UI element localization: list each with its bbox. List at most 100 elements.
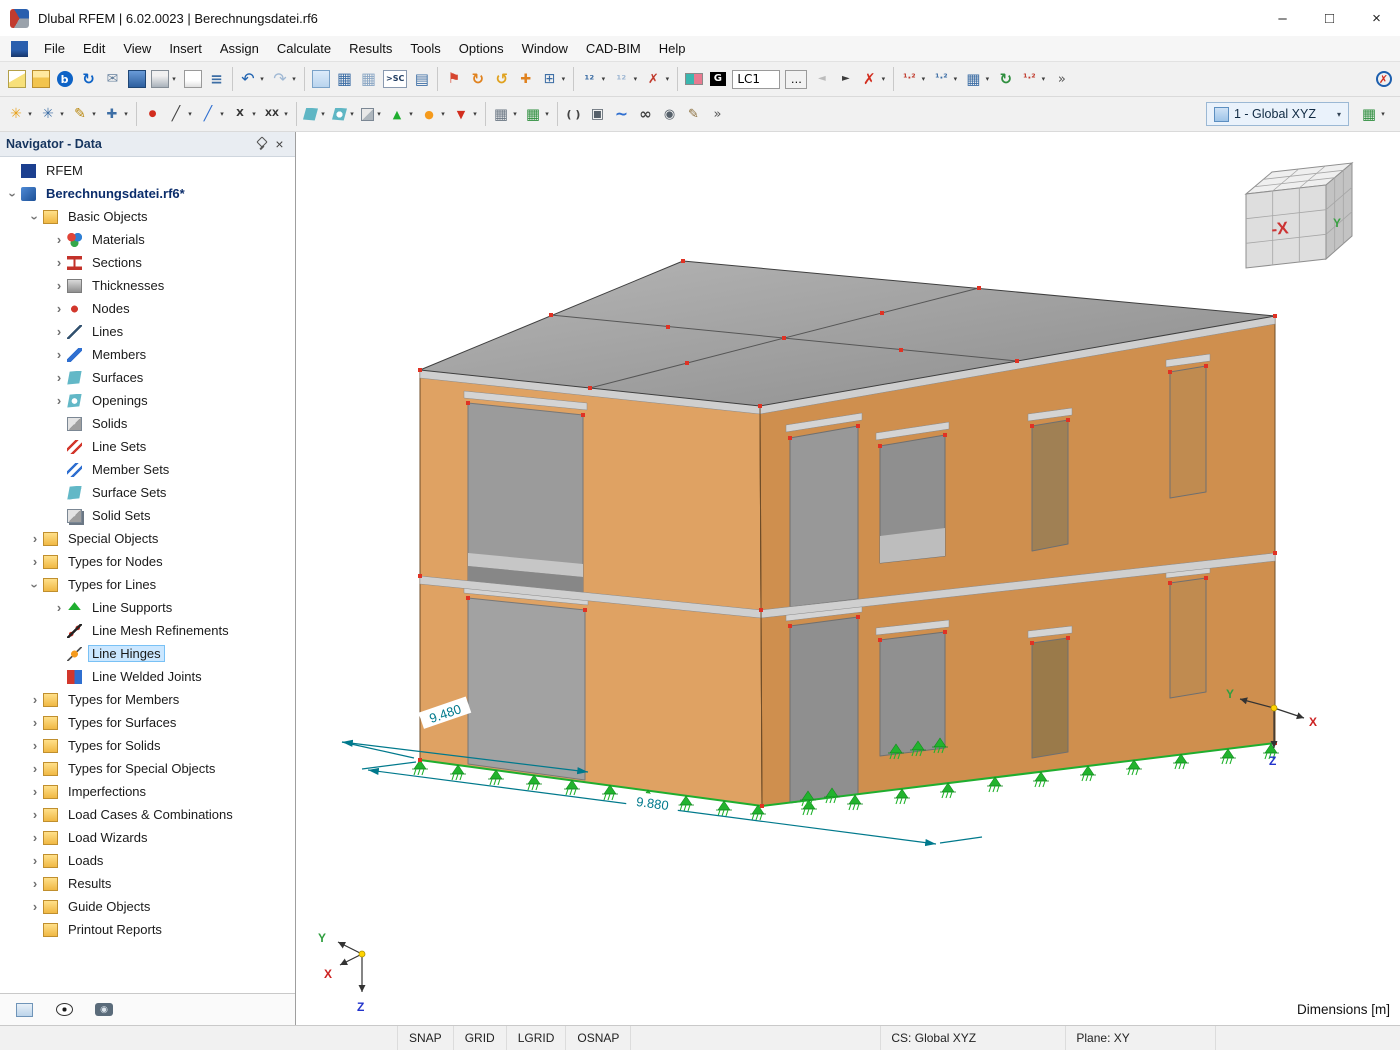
tree-item-special-objects[interactable]: › Special Objects [0,527,295,550]
animation-button[interactable]: ▣ [586,101,609,128]
tree-item-materials[interactable]: › Materials [0,228,295,251]
new-model-button[interactable] [5,66,28,93]
printout-report-button[interactable]: ≡ [205,66,228,93]
menu-item[interactable]: Help [650,36,695,61]
tree-item-guide-objects[interactable]: › Guide Objects [0,895,295,918]
expand-chevron-icon[interactable]: › [28,738,42,753]
pan-view-button[interactable]: ✚ [514,66,537,93]
status-toggle[interactable]: OSNAP [566,1026,632,1050]
expand-chevron-icon[interactable]: › [52,370,66,385]
load-case-color-swatch[interactable] [682,66,705,93]
rotate-view-button[interactable]: ↻ [466,66,489,93]
rendering-button[interactable]: ∞ [634,101,657,128]
tree-item-member-sets[interactable]: Member Sets [0,458,295,481]
open-model-button[interactable] [29,66,52,93]
tree-item-line-sets[interactable]: Line Sets [0,435,295,458]
new-load-button[interactable]: ▼ ▾ [450,101,481,128]
tree-item-types-for-surfaces[interactable]: › Types for Surfaces [0,711,295,734]
guide-object-button[interactable]: ⚑ [442,66,465,93]
tree-item-rfem[interactable]: RFEM [0,159,295,182]
table-sync-button[interactable]: ▦ ▾ [962,66,993,93]
maximize-button[interactable]: □ [1306,0,1353,36]
expand-chevron-icon[interactable]: › [52,600,66,615]
mesh-button[interactable]: ▦ ▾ [490,101,521,128]
menu-item[interactable]: Edit [74,36,114,61]
expand-chevron-icon[interactable]: › [52,347,66,362]
zoom-all-button[interactable]: ↺ [490,66,513,93]
expand-chevron-icon[interactable]: › [52,255,66,270]
tree-item-types-for-solids[interactable]: › Types for Solids [0,734,295,757]
expand-chevron-icon[interactable]: › [52,278,66,293]
tree-item-model-file[interactable]: › Berechnungsdatei.rf6* [0,182,295,205]
expand-chevron-icon[interactable]: › [52,232,66,247]
camera-button[interactable]: ◉ [658,101,681,128]
tree-item-sections[interactable]: › Sections [0,251,295,274]
tree-item-printout-reports[interactable]: Printout Reports [0,918,295,941]
delete-load-case-button[interactable]: ✗ ▾ [858,66,889,93]
tree-item-line-hinges[interactable]: Line Hinges [0,642,295,665]
tree-item-types-for-members[interactable]: › Types for Members [0,688,295,711]
select-button[interactable]: ✳ ▾ [5,101,36,128]
find-object-button[interactable]: ✗ [1372,66,1395,93]
table-report-button[interactable]: ▤ [410,66,433,93]
panel-toggle-button[interactable] [12,999,36,1021]
new-window-button[interactable]: ⊞ ▾ [538,66,569,93]
toolbar-overflow-2-button[interactable]: » [706,101,729,128]
expand-chevron-icon[interactable]: › [28,211,43,225]
camera-view-button[interactable]: ◉ [92,999,116,1021]
status-toggle[interactable]: GRID [454,1026,507,1050]
table-tools-button[interactable]: ▦ [357,66,380,93]
tree-item-solid-sets[interactable]: Solid Sets [0,504,295,527]
expand-chevron-icon[interactable]: › [6,188,21,202]
tree-item-thicknesses[interactable]: › Thicknesses [0,274,295,297]
menu-item[interactable]: Tools [401,36,449,61]
tree-item-types-for-nodes[interactable]: › Types for Nodes [0,550,295,573]
tree-item-imperfections[interactable]: › Imperfections [0,780,295,803]
tree-item-load-wizards[interactable]: › Load Wizards [0,826,295,849]
pin-button[interactable] [251,135,270,154]
tree-item-surface-sets[interactable]: Surface Sets [0,481,295,504]
print-button[interactable]: ▾ [149,66,180,93]
model-canvas[interactable]: 9.480 9.880 X Y Z Y X Z -X Y [296,132,1400,1020]
tree-item-results[interactable]: › Results [0,872,295,895]
measure-button[interactable]: ✎ [682,101,705,128]
undo-button[interactable]: ↶ ▾ [237,66,268,93]
tables-toggle-button[interactable]: ▦ [333,66,356,93]
menu-item[interactable]: View [114,36,160,61]
expand-chevron-icon[interactable]: › [28,715,42,730]
tree-item-members[interactable]: › Members [0,343,295,366]
new-surface-button[interactable]: ▾ [301,101,329,128]
new-opening-button[interactable]: ▾ [330,101,358,128]
renumber-button[interactable]: ¹² ▾ [578,66,609,93]
expand-chevron-icon[interactable]: › [28,853,42,868]
expand-chevron-icon[interactable]: › [28,761,42,776]
toolbar-overflow-button[interactable]: » [1050,66,1073,93]
expand-chevron-icon[interactable]: › [28,554,42,569]
tree-item-line-welded-joints[interactable]: Line Welded Joints [0,665,295,688]
regenerate-button[interactable]: ↻ [994,66,1017,93]
load-case-more-button[interactable]: … [783,66,809,93]
tree-item-types-for-special-objects[interactable]: › Types for Special Objects [0,757,295,780]
load-case-prev-button[interactable]: ◄ [810,66,833,93]
expand-chevron-icon[interactable]: › [28,899,42,914]
expand-chevron-icon[interactable]: › [28,579,43,593]
redo-button[interactable]: ↷ ▾ [269,66,300,93]
tree-item-line-mesh-refinements[interactable]: Line Mesh Refinements [0,619,295,642]
coordinate-system-select[interactable]: 1 - Global XYZ ▾ [1205,102,1349,126]
tree-item-openings[interactable]: › Openings [0,389,295,412]
shortcut-sc-button[interactable]: >SC [381,66,409,93]
renumber-options-button[interactable]: ¹² ▾ [610,66,641,93]
clipping-planes-button[interactable]: ( ) [562,101,585,128]
menu-item[interactable]: File [35,36,74,61]
result-values-button[interactable]: ¹·² ▾ [1018,66,1049,93]
menu-item[interactable]: Assign [211,36,268,61]
select-special-button[interactable]: ✳ ▾ [37,101,68,128]
new-hinge-button[interactable]: ● ▾ [418,101,449,128]
menu-item[interactable]: Window [513,36,577,61]
menu-item[interactable]: CAD-BIM [577,36,650,61]
new-node-button[interactable]: ● [141,101,164,128]
expand-chevron-icon[interactable]: › [28,807,42,822]
expand-chevron-icon[interactable]: › [28,830,42,845]
tree-item-line-supports[interactable]: › Line Supports [0,596,295,619]
expand-chevron-icon[interactable]: › [52,301,66,316]
